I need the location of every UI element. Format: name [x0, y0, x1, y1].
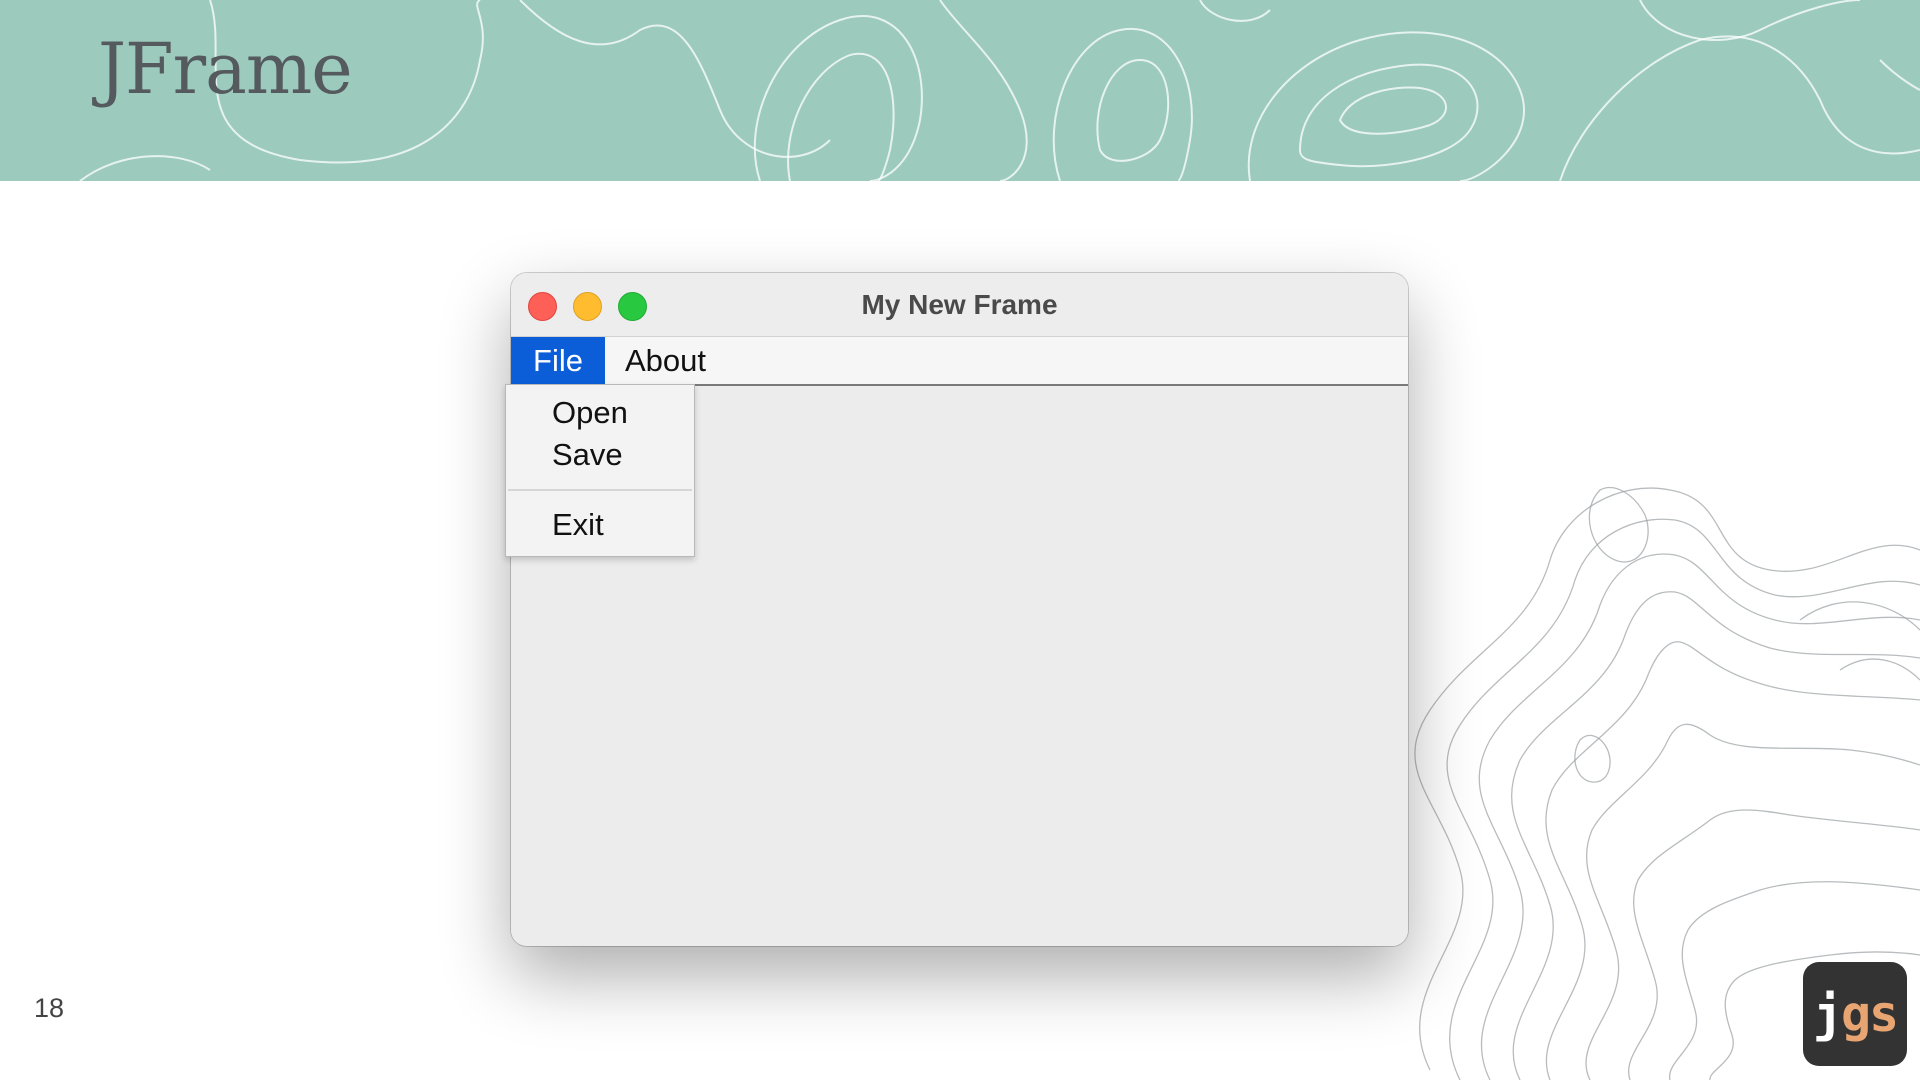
menu-item-exit[interactable]: Exit [552, 505, 604, 545]
window-title: My New Frame [861, 289, 1058, 320]
jgs-logo: j gs [1803, 962, 1907, 1066]
menu-file[interactable]: File [511, 337, 605, 384]
menu-about[interactable]: About [625, 337, 706, 384]
header-banner: JFrame [0, 0, 1920, 181]
window-titlebar[interactable]: My New Frame [511, 273, 1408, 337]
logo-gs: gs [1840, 985, 1899, 1043]
page-number: 18 [34, 993, 65, 1023]
file-dropdown-menu: Open Save Exit [505, 384, 695, 557]
menu-bar: File About [511, 337, 1408, 386]
menu-separator [508, 489, 692, 491]
app-window: My New Frame File About Open Save Exit [505, 273, 1408, 946]
menu-item-open[interactable]: Open [552, 393, 628, 433]
logo-j: j [1812, 985, 1843, 1043]
slide-title: JFrame [98, 28, 353, 110]
menu-item-save[interactable]: Save [552, 435, 623, 475]
